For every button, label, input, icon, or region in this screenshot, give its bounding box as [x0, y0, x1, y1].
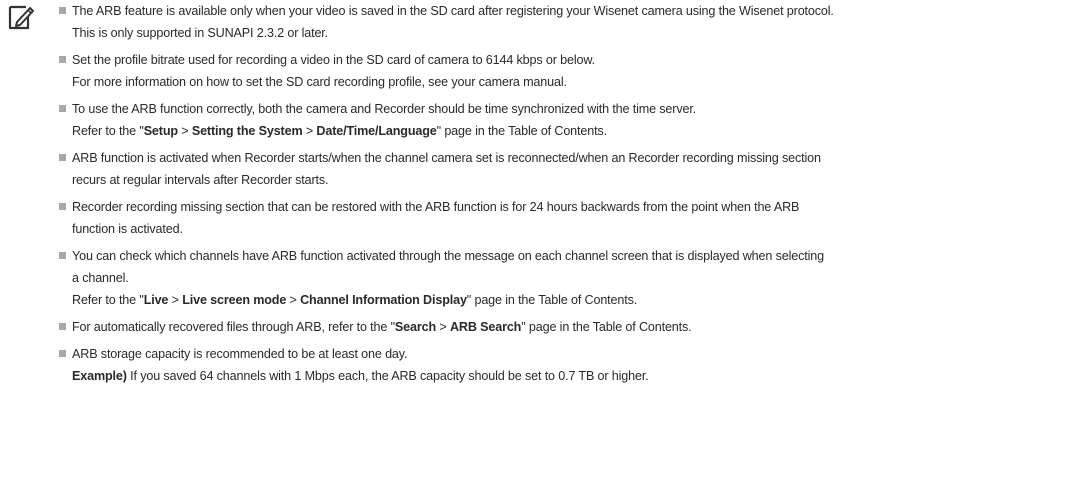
ref-menu: Channel Information Display — [300, 293, 467, 307]
example-line: Example) If you saved 64 channels with 1… — [72, 365, 1070, 387]
note-item: The ARB feature is available only when y… — [59, 0, 1070, 44]
ref-prefix: Refer to the " — [72, 293, 144, 307]
ref-separator: > — [168, 293, 183, 307]
ref-suffix: " page in the Table of Contents. — [521, 320, 692, 334]
note-text: To use the ARB function correctly, both … — [72, 102, 697, 116]
square-bullet-icon — [59, 56, 66, 63]
note-text: a channel. — [72, 271, 129, 285]
ref-suffix: " page in the Table of Contents. — [466, 293, 638, 307]
ref-separator: > — [436, 320, 450, 334]
ref-menu: ARB Search — [449, 320, 522, 334]
note-text: Set the profile bitrate used for recordi… — [72, 53, 595, 67]
note-item: Recorder recording missing section that … — [59, 196, 1070, 240]
note-icon — [6, 2, 36, 32]
ref-menu: Setup — [143, 124, 178, 138]
note-item: For automatically recovered files throug… — [59, 316, 1070, 338]
example-label: Example) — [72, 369, 127, 383]
ref-menu: Date/Time/Language — [316, 124, 437, 138]
note-item: To use the ARB function correctly, both … — [59, 98, 1070, 142]
notes-list: The ARB feature is available only when y… — [59, 0, 1070, 392]
note-item: Set the profile bitrate used for recordi… — [59, 49, 1070, 93]
square-bullet-icon — [59, 350, 66, 357]
toc-reference: For automatically recovered files throug… — [72, 316, 1070, 338]
note-text: ARB storage capacity is recommended to b… — [72, 347, 408, 361]
ref-menu: Setting the System — [191, 124, 303, 138]
square-bullet-icon — [59, 203, 66, 210]
note-text: For more information on how to set the S… — [72, 75, 567, 89]
note-text: The ARB feature is available only when y… — [72, 4, 834, 18]
ref-separator: > — [302, 124, 317, 138]
note-item: ARB storage capacity is recommended to b… — [59, 343, 1070, 387]
square-bullet-icon — [59, 105, 66, 112]
square-bullet-icon — [59, 7, 66, 14]
ref-menu: Live — [143, 293, 169, 307]
note-text: This is only supported in SUNAPI 2.3.2 o… — [72, 26, 328, 40]
ref-prefix: Refer to the " — [72, 124, 144, 138]
ref-separator: > — [177, 124, 192, 138]
ref-menu: Search — [394, 320, 437, 334]
ref-separator: > — [286, 293, 301, 307]
square-bullet-icon — [59, 323, 66, 330]
note-text: function is activated. — [72, 222, 183, 236]
note-text: Recorder recording missing section that … — [72, 200, 800, 214]
toc-reference: Refer to the "Setup > Setting the System… — [72, 120, 1070, 142]
note-text: ARB function is activated when Recorder … — [72, 151, 821, 165]
square-bullet-icon — [59, 252, 66, 259]
toc-reference: Refer to the "Live > Live screen mode > … — [72, 289, 1070, 311]
example-text: If you saved 64 channels with 1 Mbps eac… — [126, 369, 649, 383]
ref-menu: Live screen mode — [182, 293, 287, 307]
note-item: ARB function is activated when Recorder … — [59, 147, 1070, 191]
note-item: You can check which channels have ARB fu… — [59, 245, 1070, 311]
note-text: recurs at regular intervals after Record… — [72, 173, 329, 187]
note-text: You can check which channels have ARB fu… — [72, 249, 824, 263]
ref-prefix: For automatically recovered files throug… — [72, 320, 395, 334]
square-bullet-icon — [59, 154, 66, 161]
ref-suffix: " page in the Table of Contents. — [436, 124, 607, 138]
